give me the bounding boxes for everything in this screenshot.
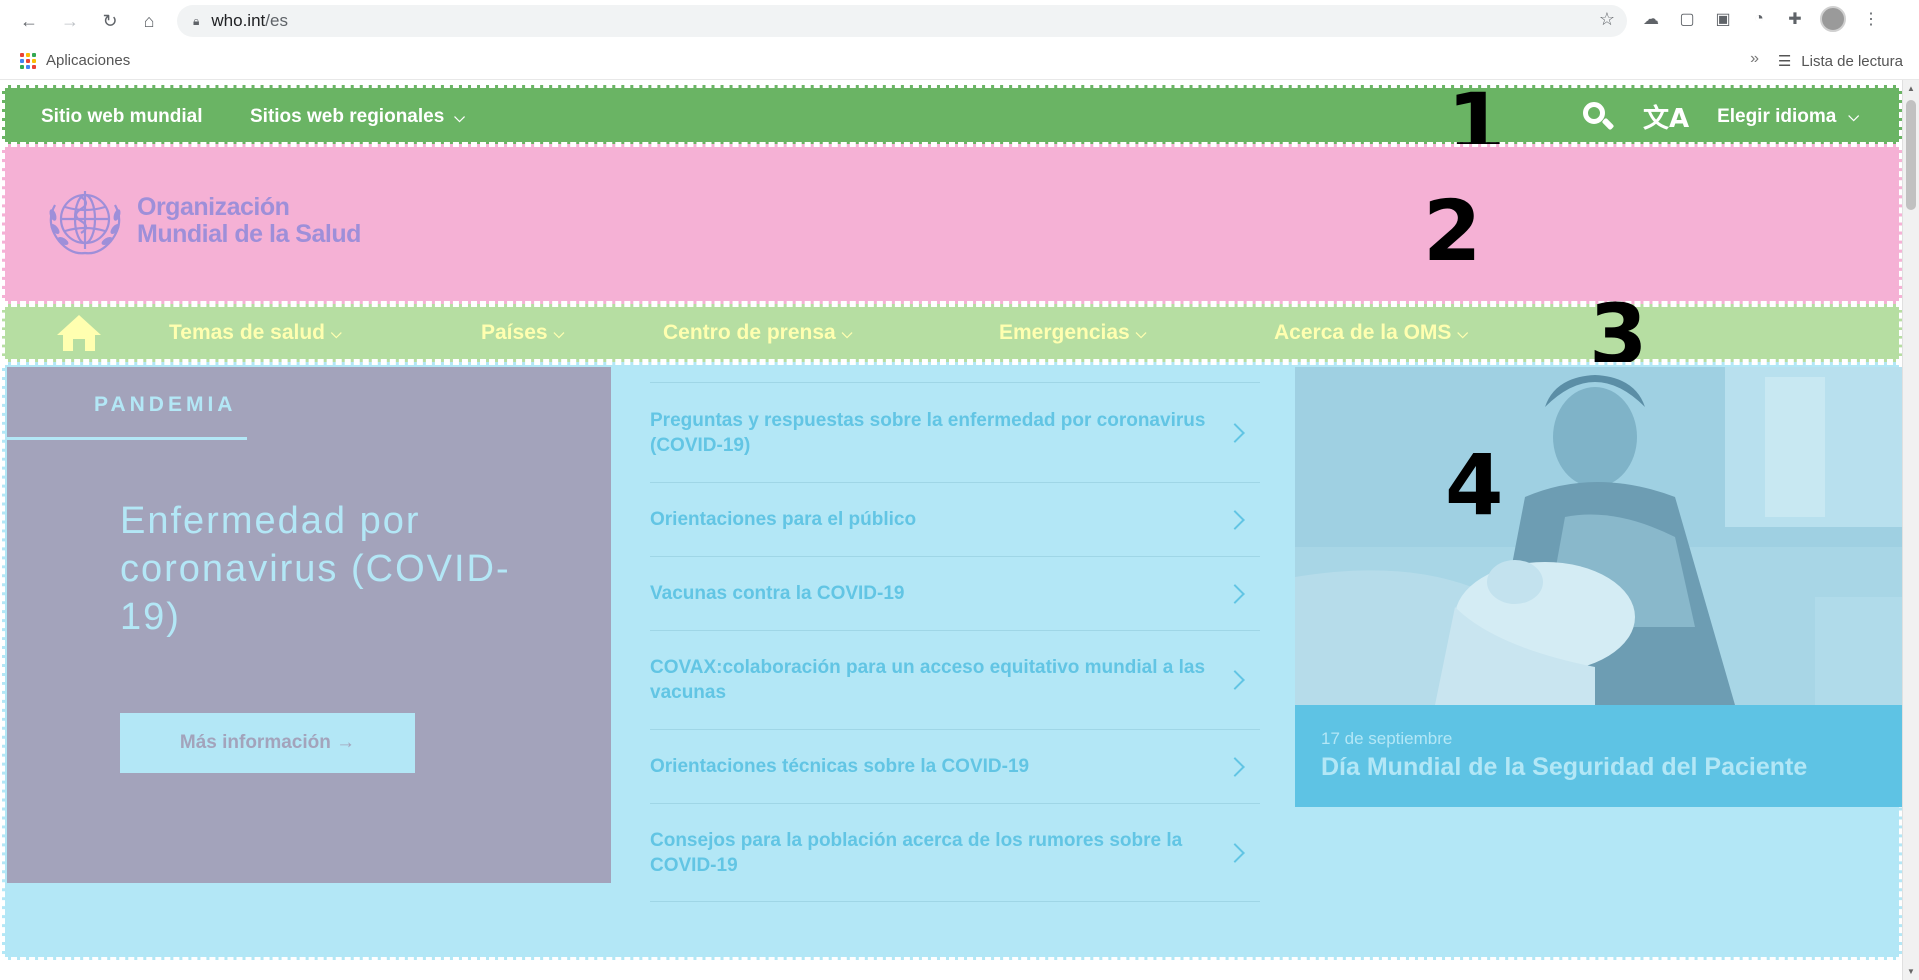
profile-avatar[interactable]: [1820, 6, 1846, 32]
language-dropdown[interactable]: Elegir idioma ⌵: [1717, 106, 1859, 128]
list-item[interactable]: Vacunas contra la COVID-19: [650, 556, 1260, 630]
back-arrow-icon[interactable]: ←: [14, 6, 44, 36]
nav-item-newsroom[interactable]: Centro de prensa ⌵: [663, 321, 852, 345]
region-1-top-bar: Sitio web mundial Sitios web regionales ⌵…: [2, 82, 1902, 166]
tab-underline: [7, 437, 247, 440]
region-3-main-nav: Temas de salud ⌵ Países ⌵ Centro de prensa…: [2, 293, 1902, 377]
more-bookmarks-icon[interactable]: »: [1750, 50, 1759, 68]
reading-list[interactable]: ☰ Lista de lectura: [1777, 52, 1903, 71]
web-page: Sitio web mundial Sitios web regionales ⌵…: [0, 80, 1919, 980]
nav-item-emergencies[interactable]: Emergencias ⌵: [999, 321, 1146, 345]
cloud-extension-icon[interactable]: ☁: [1640, 8, 1662, 30]
region-2-header: Organización Mundial de la Salud 2: [2, 144, 1902, 304]
translate-extension-icon[interactable]: ▣: [1712, 8, 1734, 30]
puzzle-extensions-icon[interactable]: ✚: [1784, 8, 1806, 30]
bookmark-star-icon[interactable]: ☆: [1599, 9, 1615, 30]
scroll-up-icon[interactable]: ▲: [1907, 84, 1915, 93]
chevron-down-icon: ⌵: [454, 108, 465, 125]
chevron-right-icon: [1225, 509, 1245, 530]
translate-icon: 文A: [1642, 104, 1690, 134]
list-item[interactable]: Orientaciones técnicas sobre la COVID-19: [650, 729, 1260, 803]
list-item[interactable]: Orientaciones para el público: [650, 482, 1260, 556]
chevron-down-icon: ⌵: [841, 324, 853, 341]
nav-item-about-who[interactable]: Acerca de la OMS ⌵: [1274, 321, 1468, 345]
apps-shortcut[interactable]: Aplicaciones: [20, 52, 130, 69]
apps-grid-icon: [20, 52, 36, 69]
news-photo: [1295, 367, 1903, 705]
covid-link-list: Preguntas y respuestas sobre la enfermed…: [650, 382, 1260, 902]
nav-item-health-topics[interactable]: Temas de salud ⌵: [169, 321, 342, 345]
nav-item-countries[interactable]: Países ⌵: [481, 321, 564, 345]
home-browser-icon[interactable]: ⌂: [134, 6, 164, 36]
list-item[interactable]: COVAX:colaboración para un acceso equita…: [650, 630, 1260, 729]
extension-icon[interactable]: ▢: [1676, 8, 1698, 30]
chevron-right-icon: [1225, 842, 1245, 863]
chevron-right-icon: [1225, 670, 1245, 690]
apps-label: Aplicaciones: [46, 52, 131, 69]
reading-list-icon: ☰: [1777, 53, 1792, 70]
url-text: who.int/es: [211, 11, 288, 30]
news-title[interactable]: Día Mundial de la Seguridad del Paciente: [1321, 753, 1807, 782]
region-4-content: PANDEMIA Enfermedad por coronavirus (COV…: [2, 362, 1903, 960]
global-site-link[interactable]: Sitio web mundial: [41, 106, 203, 128]
regional-sites-dropdown[interactable]: Sitios web regionales ⌵: [250, 106, 465, 128]
list-item[interactable]: Preguntas y respuestas sobre la enfermed…: [650, 382, 1260, 482]
forward-arrow-icon[interactable]: →: [55, 6, 85, 36]
page-scrollbar[interactable]: ▲ ▼: [1902, 80, 1919, 980]
chevron-right-icon: [1225, 583, 1245, 604]
reload-icon[interactable]: ↻: [95, 6, 125, 36]
covid-title: Enfermedad por coronavirus (COVID-19): [120, 500, 511, 638]
who-logo[interactable]: Organización Mundial de la Salud: [41, 183, 361, 259]
lock-icon: 🔒︎: [193, 13, 200, 28]
news-card[interactable]: 17 de septiembre Día Mundial de la Segur…: [1295, 367, 1903, 807]
browser-menu-icon[interactable]: ⋮: [1860, 8, 1882, 30]
chevron-down-icon: ⌵: [1135, 324, 1147, 341]
address-bar[interactable]: 🔒︎ who.int/es ☆: [177, 5, 1627, 37]
reading-list-label: Lista de lectura: [1801, 52, 1903, 70]
search-icon[interactable]: [1581, 100, 1615, 134]
chevron-down-icon: ⌵: [553, 324, 565, 341]
browser-toolbar: ← → ↻ ⌂ 🔒︎ who.int/es ☆ ☁ ▢ ▣ ◔ ✚ ⋮: [0, 0, 1919, 42]
home-icon[interactable]: [55, 313, 103, 358]
news-date: 17 de septiembre: [1321, 729, 1453, 748]
timer-extension-icon[interactable]: ◔: [1748, 8, 1770, 30]
chevron-right-icon: [1225, 756, 1245, 777]
scroll-thumb[interactable]: [1906, 100, 1916, 210]
pandemic-tab[interactable]: PANDEMIA: [94, 393, 236, 417]
who-emblem-icon: [49, 191, 121, 255]
region-number-4: 4: [1445, 436, 1504, 534]
who-logo-text: Organización Mundial de la Salud: [137, 193, 361, 248]
chevron-down-icon: ⌵: [1848, 108, 1859, 124]
list-item[interactable]: Consejos para la población acerca de los…: [650, 803, 1260, 902]
chevron-down-icon: ⌵: [1457, 324, 1469, 341]
bookmarks-bar: Aplicaciones » ☰ Lista de lectura: [0, 42, 1919, 80]
region-number-2: 2: [1423, 182, 1482, 280]
more-info-button[interactable]: Más información →: [120, 713, 415, 773]
scroll-down-icon[interactable]: ▼: [1907, 967, 1915, 976]
chevron-down-icon: ⌵: [331, 324, 342, 341]
pandemic-panel: PANDEMIA Enfermedad por coronavirus (COV…: [7, 367, 611, 883]
chevron-right-icon: [1225, 422, 1245, 443]
